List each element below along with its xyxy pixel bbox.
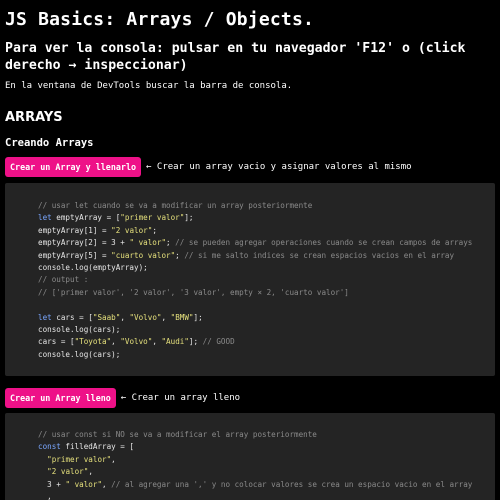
code-string: "primer valor" — [47, 454, 112, 464]
code-block-1: // usar let cuando se va a modificar un … — [5, 183, 495, 376]
code-text: , — [161, 312, 171, 322]
console-hint-heading: Para ver la consola: pulsar en tu navega… — [5, 41, 466, 73]
code-line: "2 valor", — [38, 466, 495, 478]
code-comment: // al agregar una ',' y no colocar valor… — [111, 479, 473, 489]
code-line: "primer valor", — [38, 454, 495, 466]
code-text: console.log(emptyArray); — [38, 262, 148, 272]
code-line: emptyArray[1] = "2 valor"; — [38, 225, 495, 237]
code-line: const filledArray = [ — [38, 441, 495, 453]
code-string: "cuarto valor" — [111, 250, 176, 260]
code-comment: // se pueden agregar operaciones cuando … — [175, 238, 473, 248]
page: JS Basics: Arrays / Objects. Para ver la… — [0, 0, 500, 500]
code-text: , — [102, 479, 112, 489]
code-line: console.log(cars); — [38, 324, 495, 336]
code-text: , — [111, 454, 116, 464]
code-line: console.log(cars); — [38, 349, 495, 361]
code-comment: // ['primer valor', '2 valor', '3 valor'… — [38, 287, 349, 297]
code-line: // usar const si NO se va a modificar el… — [38, 429, 495, 441]
code-line: emptyArray[5] = "cuarto valor"; // si me… — [38, 250, 495, 262]
code-text: ]; — [193, 312, 203, 322]
code-string: "Volvo" — [120, 337, 153, 347]
code-string: " valor" — [65, 479, 103, 489]
code-text: emptyArray[5] = — [38, 250, 112, 260]
code-comment: // output : — [38, 275, 89, 285]
code-line: , — [38, 491, 495, 500]
code-keyword: let — [38, 213, 52, 223]
code-line: emptyArray[2] = 3 + " valor"; // se pued… — [38, 237, 495, 249]
code-text: console.log(cars); — [38, 324, 121, 334]
example-1-description: ← Crear un array vacio y asignar valores… — [146, 162, 412, 172]
code-text: ]; — [184, 213, 194, 223]
code-string: " valor" — [129, 238, 167, 248]
code-string: "primer valor" — [120, 213, 185, 223]
subsection-title-creando-arrays: Creando Arrays — [5, 137, 94, 149]
code-text: 3 + — [38, 479, 66, 489]
code-text: cars = [ — [51, 312, 93, 322]
code-text: ; — [166, 238, 176, 248]
code-line: // ['primer valor', '2 valor', '3 valor'… — [38, 287, 495, 299]
code-comment: // si me salto indices se crean espacios… — [184, 250, 455, 260]
code-string: "2 valor" — [47, 467, 89, 477]
code-text: console.log(cars); — [38, 349, 121, 359]
section-title-arrays: ARRAYS — [5, 110, 63, 125]
code-comment: // usar const si NO se va a modificar el… — [38, 430, 317, 439]
code-line: // output : — [38, 274, 495, 286]
code-string: "Toyota" — [74, 337, 112, 347]
code-line: let emptyArray = ["primer valor"]; — [38, 212, 495, 224]
code-string: "Audi" — [161, 337, 189, 347]
code-text: ; — [175, 250, 185, 260]
code-string: "2 valor" — [111, 225, 153, 235]
code-string: "Volvo" — [129, 312, 162, 322]
code-keyword: let — [38, 312, 52, 322]
example-row-2: Crear un Array lleno ← Crear un array ll… — [5, 388, 240, 408]
code-line: let cars = ["Saab", "Volvo", "BMW"]; — [38, 312, 495, 324]
code-string: "BMW" — [170, 312, 194, 322]
page-title: JS Basics: Arrays / Objects. — [5, 9, 315, 30]
code-text: , — [88, 467, 93, 477]
code-string: "Saab" — [92, 312, 121, 322]
code-line: // usar let cuando se va a modificar un … — [38, 200, 495, 212]
code-line: 3 + " valor", // al agregar una ',' y no… — [38, 479, 495, 491]
code-text: ; — [152, 225, 157, 235]
code-text: emptyArray[2] = 3 + — [38, 238, 130, 248]
code-comment: // GOOD — [202, 337, 235, 347]
crear-array-lleno-button[interactable]: Crear un Array lleno — [5, 388, 116, 408]
code-text: filledArray = [ — [60, 442, 135, 452]
code-text: , — [38, 491, 52, 500]
example-2-description: ← Crear un array lleno — [120, 393, 241, 403]
code-text: ]; — [188, 337, 203, 347]
code-line: console.log(emptyArray); — [38, 262, 495, 274]
code-text: emptyArray[1] = — [38, 225, 112, 235]
code-text: , — [111, 337, 121, 347]
code-text: emptyArray = [ — [51, 213, 121, 223]
example-row-1: Crear un Array y llenarlo ← Crear un arr… — [5, 157, 412, 177]
crear-array-y-llenarlo-button[interactable]: Crear un Array y llenarlo — [5, 157, 142, 177]
code-comment: // usar let cuando se va a modificar un … — [38, 201, 313, 210]
code-text: cars = [ — [38, 337, 75, 347]
code-line: cars = ["Toyota", "Volvo", "Audi"]; // G… — [38, 336, 495, 348]
devtools-hint: En la ventana de DevTools buscar la barr… — [5, 81, 293, 91]
code-keyword: const — [38, 442, 61, 452]
code-block-2: // usar const si NO se va a modificar el… — [5, 413, 495, 500]
